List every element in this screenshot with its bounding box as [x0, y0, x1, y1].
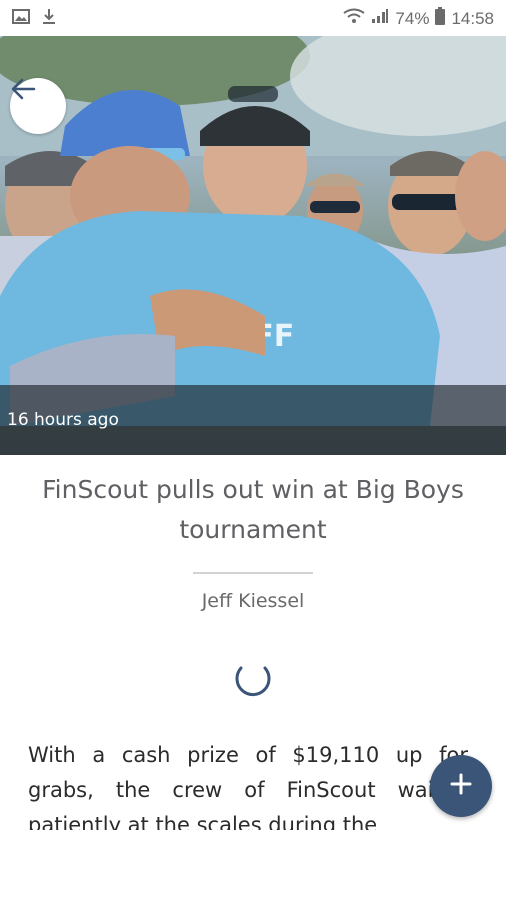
status-bar-left	[12, 8, 56, 29]
image-icon	[12, 8, 30, 29]
back-button[interactable]	[10, 78, 66, 134]
status-bar-right: 74% 14:58	[343, 7, 494, 30]
plus-icon	[450, 773, 472, 799]
battery-percent: 74%	[395, 8, 430, 28]
signal-icon	[371, 8, 389, 29]
title-divider	[193, 572, 313, 574]
wifi-icon	[343, 8, 365, 29]
download-icon	[42, 8, 56, 29]
loading-spinner-icon	[232, 656, 274, 698]
article-title: FinScout pulls out win at Big Boys tourn…	[42, 475, 464, 544]
article-author: Jeff Kiessel	[201, 590, 305, 612]
status-bar: 74% 14:58	[0, 0, 506, 36]
published-time: 16 hours ago	[7, 410, 119, 430]
battery-icon	[435, 7, 446, 30]
article-body: With a cash prize of $19,110 up for grab…	[28, 743, 468, 830]
add-button[interactable]	[430, 755, 492, 817]
status-time: 14:58	[451, 8, 494, 28]
